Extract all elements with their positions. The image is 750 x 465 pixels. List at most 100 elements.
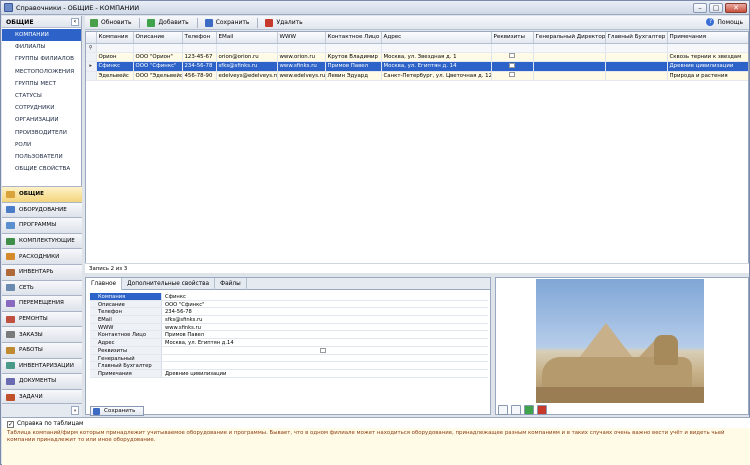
filter-cell[interactable] xyxy=(325,43,382,53)
property-value[interactable] xyxy=(162,355,488,362)
checkbox-icon[interactable]: ✓ xyxy=(7,420,14,428)
column-header[interactable]: Компания xyxy=(96,32,134,44)
property-value[interactable]: Москва, ул. Египтян д.14 xyxy=(162,339,488,346)
help-toggle[interactable]: ✓ Справка по таблицам xyxy=(2,418,750,428)
save-button[interactable]: Сохранить xyxy=(203,17,252,28)
filter-cell[interactable] xyxy=(96,43,134,53)
property-value[interactable]: Сфинкс xyxy=(162,293,488,300)
group-button[interactable]: ЗАКАЗЫ xyxy=(2,326,82,342)
property-value[interactable] xyxy=(162,347,488,354)
group-button[interactable]: ПЕРЕМЕЩЕНИЯ xyxy=(2,295,82,311)
table-row[interactable]: Эдельвейс ООО "Эдельвейс" 456-78-90 edelvey… xyxy=(86,71,748,81)
help-button[interactable]: ? Помощь xyxy=(706,18,743,26)
property-row[interactable]: EMail sfks@sfinks.ru xyxy=(90,316,488,324)
reference-item[interactable]: ПОЛЬЗОВАТЕЛИ xyxy=(2,151,81,163)
filter-cell[interactable] xyxy=(667,43,748,53)
column-header[interactable]: Телефон xyxy=(182,32,217,44)
view-image-button[interactable] xyxy=(511,405,521,415)
filter-cell[interactable] xyxy=(133,43,183,53)
group-button[interactable]: ДОКУМЕНТЫ xyxy=(2,373,82,389)
companies-grid[interactable]: Компания Описание Телефон EMail WWW Контактно… xyxy=(85,31,749,273)
save-image-button[interactable] xyxy=(498,405,508,415)
group-button[interactable]: ОБЩИЕ xyxy=(2,186,82,202)
property-row[interactable]: WWW www.sfinks.ru xyxy=(90,323,488,332)
filter-cell[interactable] xyxy=(381,43,492,53)
group-button[interactable]: ИНВЕНТАРЬ xyxy=(2,263,82,280)
maximize-button[interactable]: □ xyxy=(709,2,723,13)
reference-item[interactable]: СТАТУСЫ xyxy=(2,90,81,102)
group-button[interactable]: РЕМОНТЫ xyxy=(2,310,82,327)
details-save-button[interactable]: Сохранить xyxy=(90,406,145,416)
property-value[interactable]: 234-56-78 xyxy=(162,308,488,315)
requisites-cell[interactable] xyxy=(491,61,534,72)
group-button[interactable]: РАСХОДНИКИ xyxy=(2,248,82,264)
property-row[interactable]: Примечания Древние цивилизации xyxy=(90,369,488,378)
details-tab[interactable]: Файлы xyxy=(215,278,247,290)
reference-item[interactable]: СОТРУДНИКИ xyxy=(2,102,81,114)
group-button[interactable]: ОБОРУДОВАНИЕ xyxy=(2,201,82,218)
details-tab[interactable]: Дополнительные свойства xyxy=(122,278,216,290)
column-header[interactable]: Адрес xyxy=(381,32,492,44)
reference-item[interactable]: МЕСТОПОЛОЖЕНИЯ xyxy=(2,66,81,78)
delete-button[interactable]: Удалить xyxy=(263,17,304,28)
column-header[interactable]: EMail xyxy=(216,32,278,44)
requisites-icon[interactable] xyxy=(509,53,515,59)
filter-cell[interactable] xyxy=(216,43,278,53)
column-header[interactable]: Главный Бухгалтер xyxy=(605,32,668,44)
details-tab[interactable]: Главное xyxy=(86,278,123,290)
column-header[interactable]: WWW xyxy=(277,32,326,44)
property-row[interactable]: Телефон 234-56-78 xyxy=(90,308,488,317)
reference-item[interactable]: ГРУППЫ МЕСТ xyxy=(2,78,81,90)
property-row[interactable]: Генеральный Директор xyxy=(90,354,488,368)
minimize-button[interactable]: – xyxy=(693,2,707,13)
property-value[interactable]: Древние цивилизации xyxy=(162,370,488,377)
filter-cell[interactable] xyxy=(533,43,606,53)
property-row[interactable]: Компания Сфинкс xyxy=(90,293,488,301)
group-button[interactable]: ИНВЕНТАРИЗАЦИИ xyxy=(2,357,82,374)
group-button[interactable]: ЗАДАЧИ xyxy=(2,388,82,405)
requisites-icon[interactable] xyxy=(509,62,515,68)
requisites-icon[interactable] xyxy=(509,72,515,78)
property-value[interactable]: www.sfinks.ru xyxy=(162,324,488,331)
expand-groups-button[interactable]: » xyxy=(71,406,79,415)
column-header[interactable]: Контактное Лицо xyxy=(325,32,382,44)
property-value[interactable]: ООО "Сфинкс" xyxy=(162,301,488,308)
property-row[interactable]: Реквизиты xyxy=(90,346,488,355)
requisites-cell[interactable] xyxy=(491,71,534,81)
filter-cell[interactable] xyxy=(605,43,668,53)
requisites-icon[interactable] xyxy=(320,347,326,353)
property-value[interactable]: sfks@sfinks.ru xyxy=(162,316,488,323)
group-button[interactable]: СЕТЬ xyxy=(2,279,82,296)
reference-item[interactable]: КОМПАНИИ xyxy=(2,29,81,42)
reference-item[interactable]: ОБЩИЕ СВОЙСТВА xyxy=(2,163,81,175)
collapse-panel-button[interactable]: ‹ xyxy=(71,18,79,26)
column-header[interactable]: Описание xyxy=(133,32,183,44)
close-button[interactable]: ✕ xyxy=(725,2,747,13)
property-value[interactable]: Примов Павел xyxy=(162,331,488,338)
add-image-button[interactable] xyxy=(524,405,534,415)
filter-cell[interactable] xyxy=(491,43,534,53)
column-header[interactable]: Примечания xyxy=(667,32,748,44)
reference-item[interactable]: РОЛИ xyxy=(2,139,81,151)
delete-image-button[interactable] xyxy=(537,405,547,415)
property-row[interactable]: Главный Бухгалтер xyxy=(90,362,488,370)
property-row[interactable]: Контактное Лицо Примов Павел xyxy=(90,331,488,340)
refresh-button[interactable]: Обновить xyxy=(88,17,133,28)
column-header[interactable]: Реквизиты xyxy=(491,32,534,44)
property-value[interactable] xyxy=(162,362,488,369)
column-header[interactable]: Генеральный Директор xyxy=(533,32,606,44)
reference-item[interactable]: ОРГАНИЗАЦИИ xyxy=(2,114,81,126)
table-row[interactable]: ▸ Сфинкс ООО "Сфинкс" 234-56-78 sfks@sfinks.… xyxy=(86,61,748,72)
group-button[interactable]: ПРОГРАММЫ xyxy=(2,217,82,233)
filter-cell[interactable] xyxy=(277,43,326,53)
table-row[interactable]: Орион ООО "Орион" 123-45-67 orion@orion.ru w… xyxy=(86,52,748,62)
filter-cell[interactable] xyxy=(182,43,217,53)
add-button[interactable]: Добавить xyxy=(145,17,190,28)
reference-item[interactable]: ФИЛИАЛЫ xyxy=(2,41,81,53)
group-button[interactable]: РАБОТЫ xyxy=(2,341,82,358)
property-row[interactable]: Адрес Москва, ул. Египтян д.14 xyxy=(90,339,488,347)
group-button[interactable]: КОМПЛЕКТУЮЩИЕ xyxy=(2,232,82,249)
property-row[interactable]: Описание ООО "Сфинкс" xyxy=(90,300,488,309)
reference-item[interactable]: ПРОИЗВОДИТЕЛИ xyxy=(2,127,81,139)
requisites-cell[interactable] xyxy=(491,52,534,62)
